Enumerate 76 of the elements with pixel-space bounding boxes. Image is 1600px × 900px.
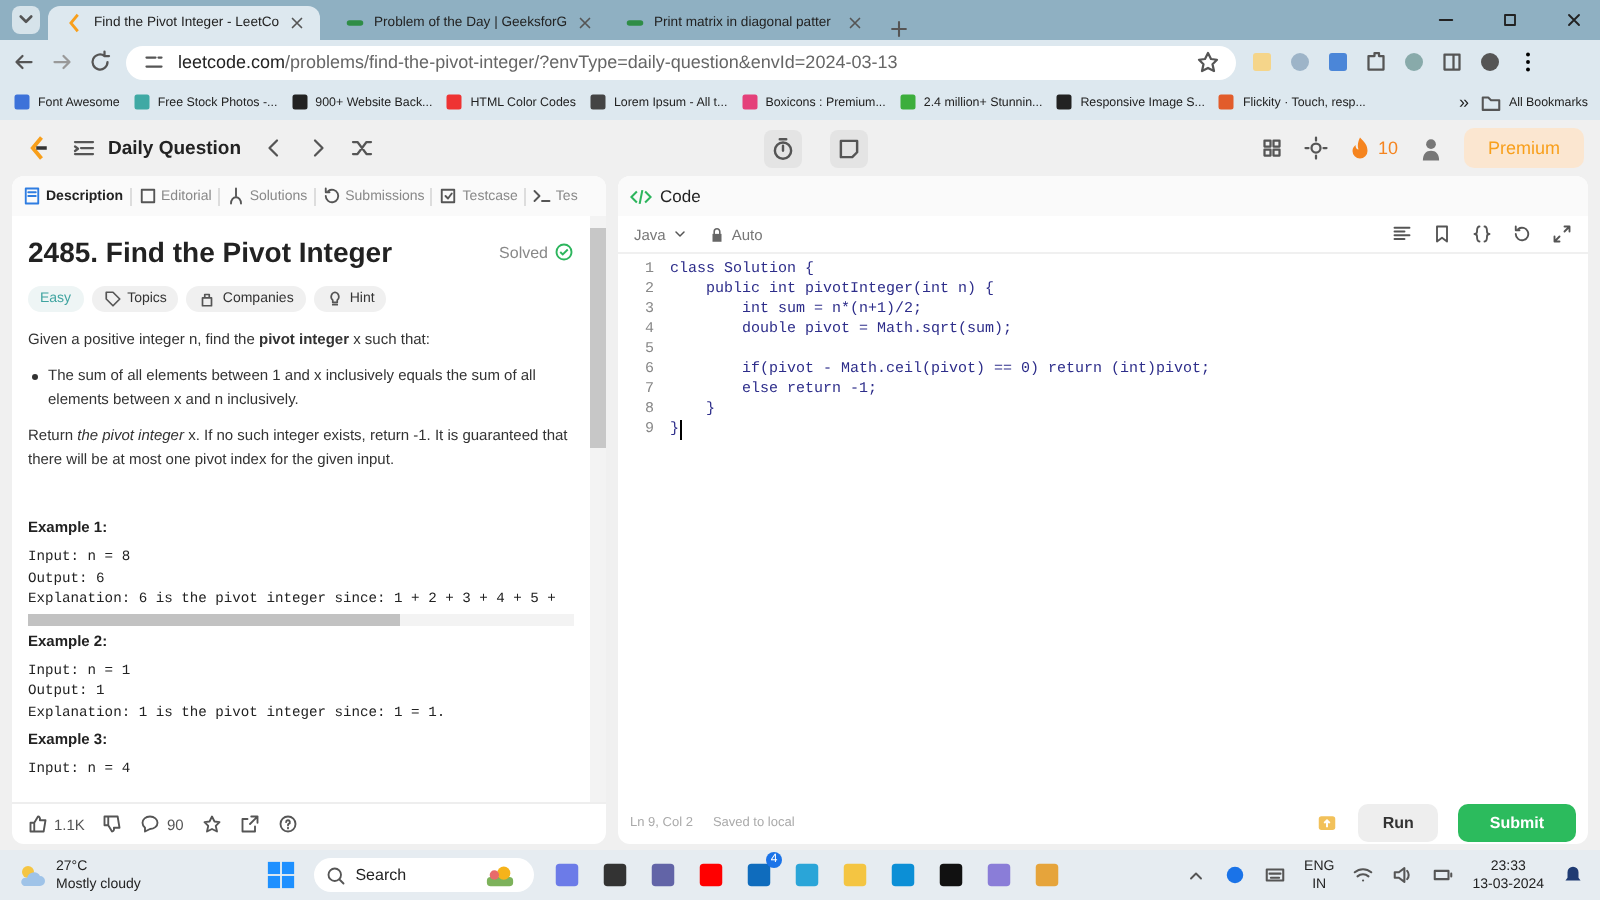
tab-icon xyxy=(438,186,459,206)
bookmark-favicon-icon xyxy=(12,92,32,112)
caret-icon xyxy=(671,226,688,242)
share-icon[interactable] xyxy=(239,814,260,834)
check-circle-icon xyxy=(554,242,574,262)
more-bookmarks-button[interactable]: » xyxy=(1458,92,1469,112)
run-button[interactable]: Run xyxy=(1358,803,1438,841)
app-icon[interactable] xyxy=(599,860,630,890)
search-icon xyxy=(325,865,346,885)
site-settings-icon[interactable] xyxy=(142,50,166,74)
battery-icon[interactable] xyxy=(1432,864,1455,886)
panel-title: Code xyxy=(660,186,701,206)
solved-status: Solved xyxy=(499,242,574,262)
horizontal-scrollbar[interactable] xyxy=(28,613,574,625)
notification-bell-icon[interactable] xyxy=(1562,864,1585,886)
bookmark-favicon-icon xyxy=(444,92,465,112)
close-icon[interactable] xyxy=(1564,10,1584,30)
bookmark-favicon-icon xyxy=(131,92,152,112)
close-icon[interactable] xyxy=(287,14,306,32)
thumbs-down-icon[interactable] xyxy=(102,814,123,834)
code-icon xyxy=(630,185,652,207)
bookmark-favicon-icon xyxy=(1054,92,1075,112)
help-icon[interactable] xyxy=(277,814,298,834)
thumbs-up-icon xyxy=(28,814,48,834)
format-icon[interactable] xyxy=(1392,224,1412,244)
note-icon[interactable] xyxy=(830,129,869,167)
tab-icon xyxy=(137,186,158,206)
close-icon[interactable] xyxy=(846,14,864,32)
keyboard-icon[interactable] xyxy=(1264,864,1287,886)
shuffle-icon[interactable] xyxy=(349,136,374,160)
extension-icon[interactable] xyxy=(1326,50,1350,74)
daily-question-button[interactable]: Daily Question xyxy=(72,136,242,160)
address-field[interactable]: leetcode.com/problems/find-the-pivot-integer/?envType=daily-question&envId=2024-03-13 xyxy=(126,45,1236,79)
search-field[interactable]: Search xyxy=(313,858,534,892)
extensions-icon[interactable] xyxy=(1364,50,1388,74)
close-icon[interactable] xyxy=(575,14,594,32)
text-cursor xyxy=(679,420,682,440)
bookmark-favicon-icon xyxy=(739,92,760,112)
side-panel-icon[interactable] xyxy=(1440,50,1464,74)
star-icon[interactable] xyxy=(201,814,222,834)
account-icon[interactable] xyxy=(1478,50,1502,74)
comment-icon xyxy=(140,814,161,834)
wifi-icon[interactable] xyxy=(1352,864,1375,886)
volume-icon[interactable] xyxy=(1392,864,1415,886)
timer-icon[interactable] xyxy=(764,129,803,167)
bookmark-favicon-icon xyxy=(587,92,608,112)
flame-icon xyxy=(1347,136,1372,160)
bookmark-favicon-icon xyxy=(897,92,918,112)
reset-icon[interactable] xyxy=(1512,224,1532,244)
tab-list-icon[interactable] xyxy=(12,6,40,34)
new-tab-icon[interactable] xyxy=(888,18,910,40)
expand-icon[interactable] xyxy=(1552,224,1572,244)
back-icon[interactable] xyxy=(12,50,36,74)
layout-icon[interactable] xyxy=(1259,136,1284,160)
list-icon xyxy=(72,136,96,160)
folder-icon xyxy=(1480,91,1503,113)
bluetooth-icon[interactable] xyxy=(1224,864,1247,886)
url-text: leetcode.com/problems/find-the-pivot-integer/?envType=daily-question&envId=2024-03-13 xyxy=(178,52,898,72)
lock-icon xyxy=(707,225,726,243)
maximize-icon[interactable] xyxy=(1500,10,1520,30)
bullet-dot xyxy=(32,374,38,380)
braces-icon[interactable] xyxy=(1472,224,1492,244)
problem-title: 2485. Find the Pivot Integer xyxy=(28,236,393,268)
tab-icon xyxy=(22,186,42,206)
bookmark-favicon-icon xyxy=(289,92,310,112)
tab-icon xyxy=(225,186,246,206)
tab-icon xyxy=(321,186,342,206)
bookmark-favicon-icon xyxy=(1216,92,1237,112)
start-icon[interactable] xyxy=(265,860,296,890)
app-icon[interactable] xyxy=(935,860,966,890)
scrollbar[interactable] xyxy=(590,216,606,802)
reload-icon[interactable] xyxy=(88,50,112,74)
avatar-icon[interactable] xyxy=(1418,135,1444,161)
bookmark-icon[interactable] xyxy=(1432,224,1452,244)
tab-icon xyxy=(531,186,552,206)
bookmark-star-icon[interactable] xyxy=(1196,50,1220,74)
